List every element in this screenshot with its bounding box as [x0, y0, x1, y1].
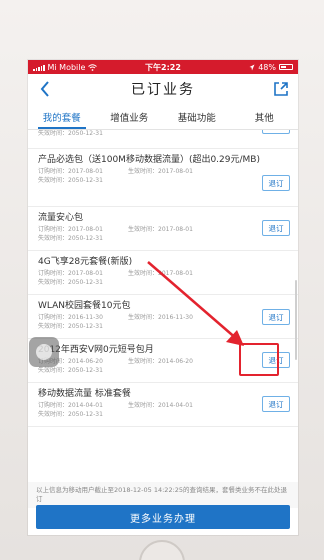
unsubscribe-button[interactable]: 退订 — [262, 352, 290, 368]
page-title: 已订业务 — [131, 82, 195, 98]
list-item: 订购时间：2018-09-01 生效时间：2018-09-01 失效时间：205… — [28, 130, 298, 149]
more-services-button[interactable]: 更多业务办理 — [36, 505, 290, 529]
row-meta: 订购时间：2014-06-20 生效时间：2014-06-20 — [38, 358, 193, 365]
row-meta: 失效时间：2050-12-31 — [38, 411, 103, 418]
status-right: 48% — [249, 63, 293, 72]
list-item: 流量安心包 订购时间：2017-08-01 生效时间：2017-08-01 失效… — [28, 207, 298, 251]
share-icon[interactable] — [272, 80, 290, 98]
battery-percent: 48% — [258, 62, 276, 72]
list-item: WLAN校园套餐10元包 订购时间：2016-11-30 生效时间：2016-1… — [28, 295, 298, 339]
row-meta: 订购时间：2014-04-01 生效时间：2014-04-01 — [38, 402, 193, 409]
row-meta: 失效时间：2050-12-31 — [38, 279, 103, 286]
item-name: 4G飞享28元套餐(新版) — [38, 257, 133, 267]
item-name: WLAN校园套餐10元包 — [38, 301, 131, 311]
tab-basic-functions[interactable]: 基础功能 — [163, 104, 231, 129]
unsubscribe-button[interactable]: 退订 — [262, 309, 290, 325]
battery-icon — [279, 64, 293, 70]
row-meta: 订购时间：2016-11-30 生效时间：2016-11-30 — [38, 314, 193, 321]
row-meta: 失效时间：2050-12-31 — [38, 367, 103, 374]
unsubscribe-button[interactable]: 退订 — [262, 220, 290, 236]
item-name: 2012年西安V网0元短号包月 — [38, 345, 154, 355]
app-header: 已订业务 — [28, 74, 298, 104]
row-meta: 订购时间：2017-08-01 生效时间：2017-08-01 — [38, 168, 193, 175]
list-item: 产品必选包（送100M移动数据流量）(超出0.29元/MB) 订购时间：2017… — [28, 149, 298, 207]
status-time: 下午2:22 — [145, 62, 181, 72]
status-bar: Mi Mobile 下午2:22 48% — [28, 60, 298, 74]
signal-icon — [33, 64, 45, 71]
row-meta: 失效时间：2050-12-31 — [38, 177, 103, 184]
item-name: 流量安心包 — [38, 213, 84, 223]
list-item: 移动数据流量 标准套餐 订购时间：2014-04-01 生效时间：2014-04… — [28, 383, 298, 427]
row-meta: 失效时间：2050-12-31 — [38, 130, 103, 137]
row-meta: 订购时间：2017-08-01 生效时间：2017-08-01 — [38, 270, 193, 277]
tab-bar: 我的套餐 增值业务 基础功能 其他 — [28, 104, 298, 130]
wifi-icon — [88, 63, 98, 71]
tab-value-added[interactable]: 增值业务 — [96, 104, 164, 129]
unsubscribe-button[interactable]: 退订 — [262, 130, 290, 134]
item-name: 产品必选包（送100M移动数据流量）(超出0.29元/MB) — [38, 155, 260, 165]
subscription-list[interactable]: 订购时间：2018-09-01 生效时间：2018-09-01 失效时间：205… — [28, 130, 298, 482]
tab-my-plan[interactable]: 我的套餐 — [28, 104, 96, 129]
status-left: Mi Mobile — [33, 62, 98, 72]
scrollbar[interactable] — [295, 280, 297, 360]
assistive-touch-button[interactable] — [29, 337, 59, 367]
row-meta: 失效时间：2050-12-31 — [38, 235, 103, 242]
back-icon[interactable] — [36, 79, 54, 99]
carrier-name: Mi Mobile — [47, 62, 86, 72]
row-meta: 订购时间：2017-08-01 生效时间：2017-08-01 — [38, 226, 193, 233]
item-name: 移动数据流量 标准套餐 — [38, 389, 131, 399]
unsubscribe-button[interactable]: 退订 — [262, 396, 290, 412]
app-screen: Mi Mobile 下午2:22 48% 已订业务 我的套餐 增值业务 基础功能… — [28, 60, 298, 535]
row-meta: 失效时间：2050-12-31 — [38, 323, 103, 330]
list-item: 2012年西安V网0元短号包月 订购时间：2014-06-20 生效时间：201… — [28, 339, 298, 383]
tab-other[interactable]: 其他 — [231, 104, 299, 129]
home-button[interactable] — [139, 540, 185, 560]
unsubscribe-button[interactable]: 退订 — [262, 175, 290, 191]
list-item: 4G飞享28元套餐(新版) 订购时间：2017-08-01 生效时间：2017-… — [28, 251, 298, 295]
phone-frame: Mi Mobile 下午2:22 48% 已订业务 我的套餐 增值业务 基础功能… — [0, 0, 324, 560]
location-icon — [249, 64, 255, 70]
